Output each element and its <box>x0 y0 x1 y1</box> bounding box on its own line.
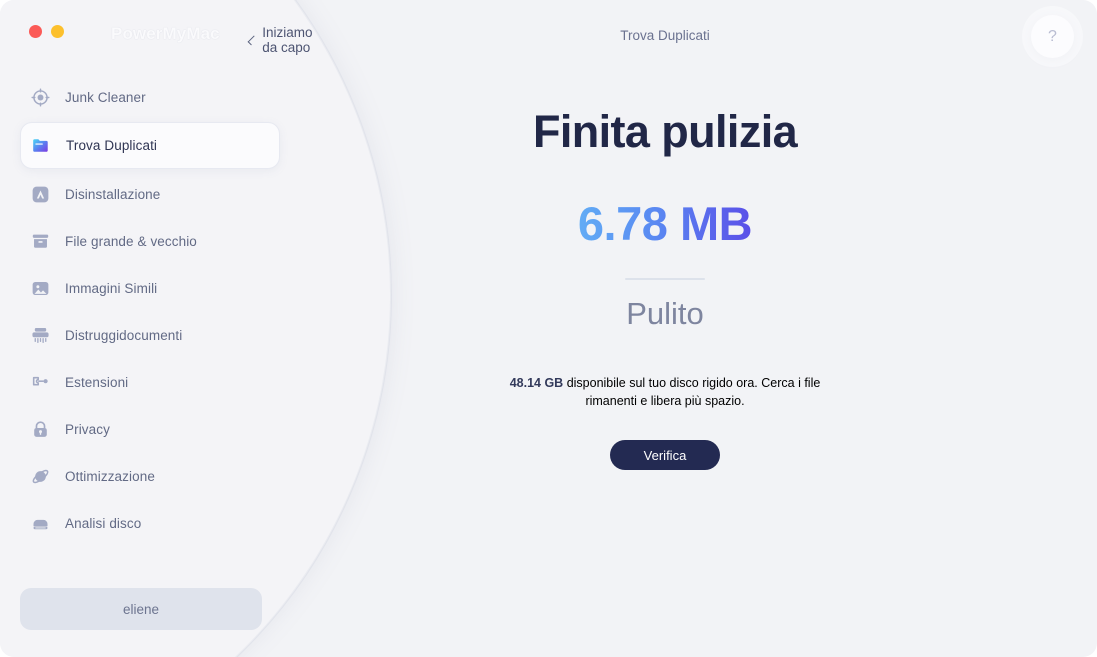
folder-icon <box>33 139 48 152</box>
free-space-value: 48.14 GB <box>509 376 564 390</box>
sidebar-item-label: Estensioni <box>65 374 129 390</box>
close-window-button[interactable] <box>29 25 42 38</box>
sidebar-item-label: Ottimizzazione <box>65 468 155 484</box>
status-label: Pulito <box>626 296 704 331</box>
sidebar-item-label: Analisi disco <box>65 515 142 531</box>
free-space-description: 48.14 GB disponibile sul tuo disco rigid… <box>500 374 830 410</box>
harddrive-icon <box>33 519 48 529</box>
back-button-label: Iniziamo da capo <box>262 25 313 55</box>
sidebar-item-trova-duplicati[interactable]: Trova Duplicati <box>20 122 280 169</box>
sidebar-item-disinstallazione[interactable]: Disinstallazione <box>20 172 280 216</box>
target-icon <box>31 87 50 107</box>
sidebar-item-privacy[interactable]: Privacy <box>20 407 280 451</box>
sidebar-item-file-grande-vecchio[interactable]: File grande & vecchio <box>20 219 280 263</box>
back-button[interactable]: Iniziamo da capo <box>247 25 316 55</box>
sidebar-item-label: Immagini Simili <box>65 280 158 296</box>
sidebar-item-label: File grande & vecchio <box>65 233 197 249</box>
main-panel: Trova Duplicati ? Finita pulizia 6.78 MB… <box>300 0 1097 657</box>
question-mark-icon: ? <box>1048 27 1057 45</box>
planet-icon <box>32 469 49 483</box>
sidebar-item-ottimizzazione[interactable]: Ottimizzazione <box>20 454 280 498</box>
puzzle-icon <box>32 376 48 385</box>
sidebar-item-immagini-simili[interactable]: Immagini Simili <box>20 266 280 310</box>
sidebar-item-estensioni[interactable]: Estensioni <box>20 360 280 404</box>
app-store-icon <box>32 186 49 202</box>
sidebar-nav: Junk Cleaner Trova Duplicati Disinstalla… <box>0 72 300 548</box>
cleaned-amount: 6.78 MB <box>577 197 753 250</box>
lock-icon <box>34 420 47 437</box>
sidebar-item-label: Distruggidocumenti <box>65 327 183 343</box>
app-window: PowerMyMac Iniziamo da capo Junk Cleaner <box>0 0 1097 657</box>
sidebar-item-label: Disinstallazione <box>65 186 161 202</box>
sidebar-item-label: Junk Cleaner <box>65 89 146 105</box>
divider <box>625 278 705 280</box>
sidebar: PowerMyMac Iniziamo da capo Junk Cleaner <box>0 0 313 657</box>
archive-box-icon <box>32 234 49 248</box>
sidebar-cta-container: eliene <box>20 588 262 630</box>
sidebar-item-label: Trova Duplicati <box>66 138 158 153</box>
help-button[interactable]: ? <box>1031 15 1074 58</box>
sidebar-item-junk-cleaner[interactable]: Junk Cleaner <box>20 75 280 119</box>
traffic-lights <box>29 25 64 38</box>
chevron-left-icon <box>247 35 258 46</box>
result-content: Finita pulizia 6.78 MB Pulito 48.14 GB d… <box>300 0 1030 657</box>
minimize-window-button[interactable] <box>51 25 64 38</box>
free-space-text: disponibile sul tuo disco rigido ora. Ce… <box>563 376 821 409</box>
sidebar-item-label: Privacy <box>65 421 110 437</box>
eliene-button[interactable]: eliene <box>20 588 262 630</box>
photo-icon <box>32 281 49 295</box>
result-headline: Finita pulizia <box>532 106 798 157</box>
sidebar-item-analisi-disco[interactable]: Analisi disco <box>20 501 280 545</box>
app-brand-logo: PowerMyMac <box>111 24 220 43</box>
sidebar-item-distruggidocumenti[interactable]: Distruggidocumenti <box>20 313 280 357</box>
shredder-icon <box>32 327 49 343</box>
verify-button[interactable]: Verifica <box>610 440 720 471</box>
